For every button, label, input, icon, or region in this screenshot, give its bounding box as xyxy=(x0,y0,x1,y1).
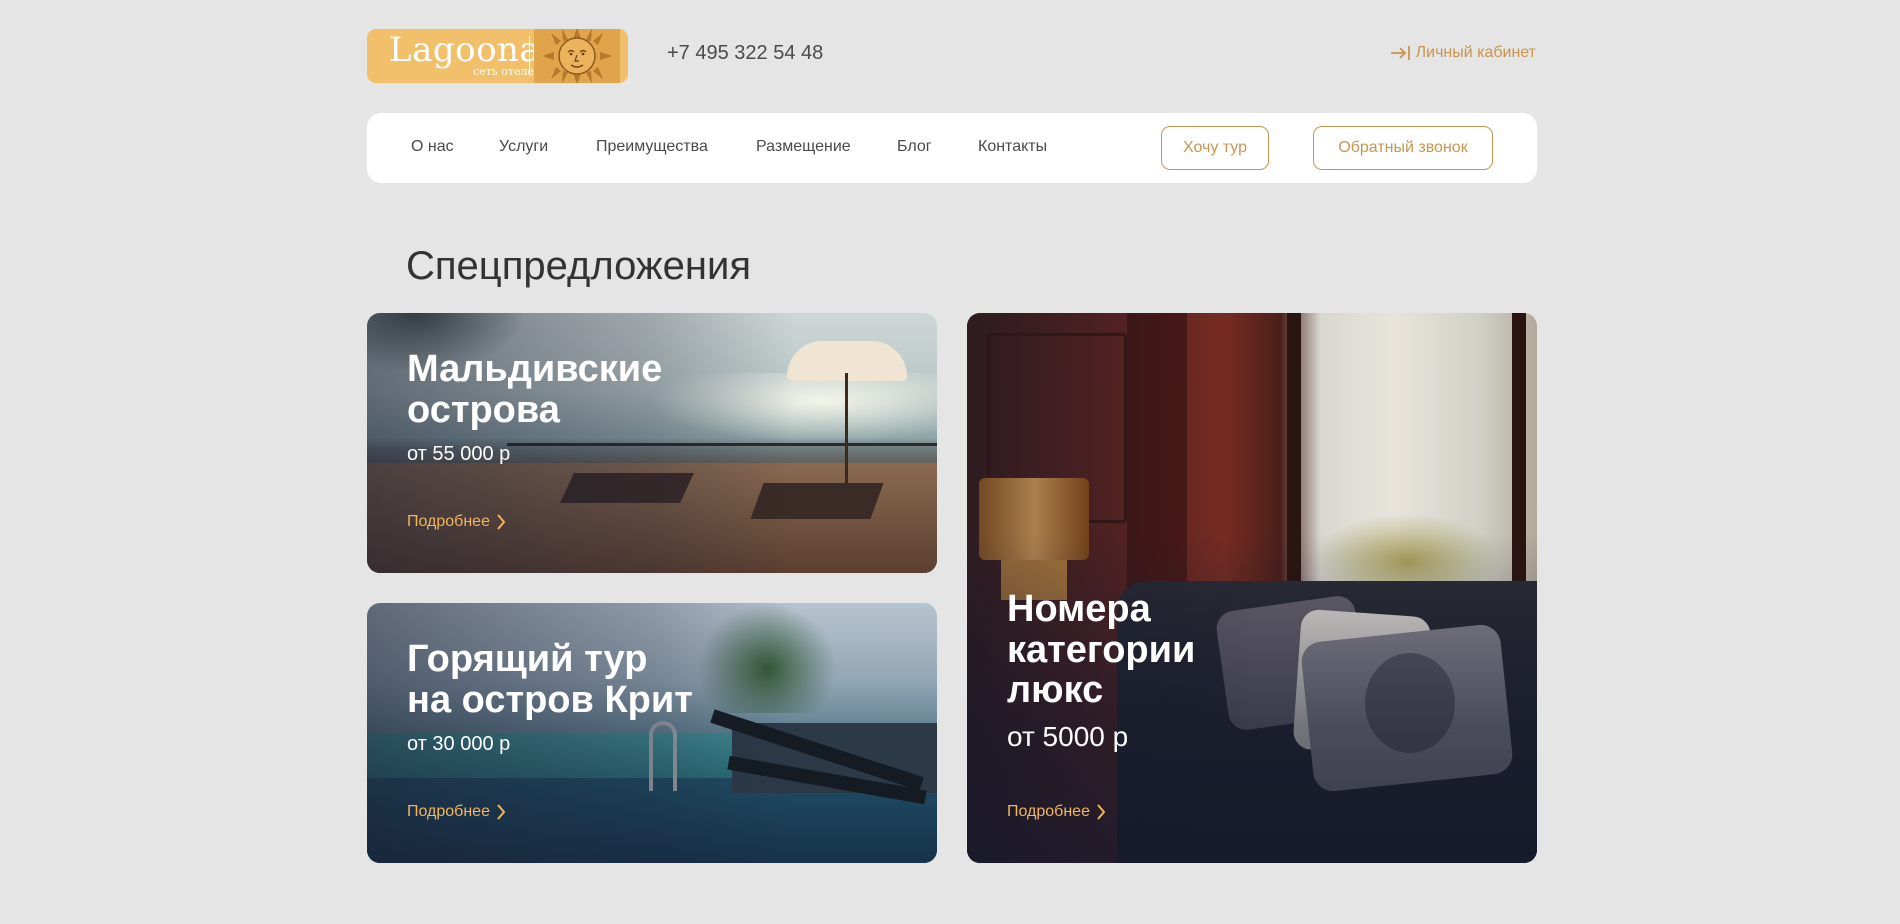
logo-title: Lagoona xyxy=(389,30,541,70)
card-title: Мальдивские острова xyxy=(407,348,663,431)
more-link[interactable]: Подробнее xyxy=(407,803,506,821)
chevron-right-icon xyxy=(497,514,506,530)
nav-item-advantages[interactable]: Преимущества xyxy=(596,138,708,156)
nav-item-accommodation[interactable]: Размещение xyxy=(756,138,851,156)
chevron-right-icon xyxy=(497,804,506,820)
logo-subtitle: сеть отелей xyxy=(473,65,542,78)
nav-item-blog[interactable]: Блог xyxy=(897,138,932,156)
want-tour-button[interactable]: Хочу тур xyxy=(1161,126,1269,170)
chevron-right-icon xyxy=(1097,804,1106,820)
main-navigation: О нас Услуги Преимущества Размещение Бло… xyxy=(367,113,1537,183)
callback-button[interactable]: Обратный звонок xyxy=(1313,126,1493,170)
logo-divider xyxy=(529,36,530,76)
personal-account-label: Личный кабинет xyxy=(1415,44,1536,61)
phone-number[interactable]: +7 495 322 54 48 xyxy=(667,42,823,65)
logo[interactable]: Lagoona сеть отелей xyxy=(367,29,628,83)
more-link[interactable]: Подробнее xyxy=(407,513,506,531)
nav-item-services[interactable]: Услуги xyxy=(499,138,548,156)
card-price: от 5000 р xyxy=(1007,721,1129,752)
card-price: от 55 000 р xyxy=(407,443,511,465)
card-title: Горящий тур на остров Крит xyxy=(407,638,693,721)
sun-face-icon xyxy=(534,29,620,83)
more-link[interactable]: Подробнее xyxy=(1007,803,1106,821)
nav-item-about[interactable]: О нас xyxy=(411,138,454,156)
login-arrow-icon xyxy=(1390,46,1410,60)
card-price: от 30 000 р xyxy=(407,733,511,755)
personal-account-link[interactable]: Личный кабинет xyxy=(1390,44,1536,62)
offer-card-crete[interactable]: Горящий тур на остров Крит от 30 000 р П… xyxy=(367,603,937,863)
offer-card-maldives[interactable]: Мальдивские острова от 55 000 р Подробне… xyxy=(367,313,937,573)
nav-item-contacts[interactable]: Контакты xyxy=(978,138,1047,156)
section-title: Спецпредложения xyxy=(406,244,751,288)
offer-card-lux-rooms[interactable]: Номера категории люкс от 5000 р Подробне… xyxy=(967,313,1537,863)
card-title: Номера категории люкс xyxy=(1007,588,1196,712)
